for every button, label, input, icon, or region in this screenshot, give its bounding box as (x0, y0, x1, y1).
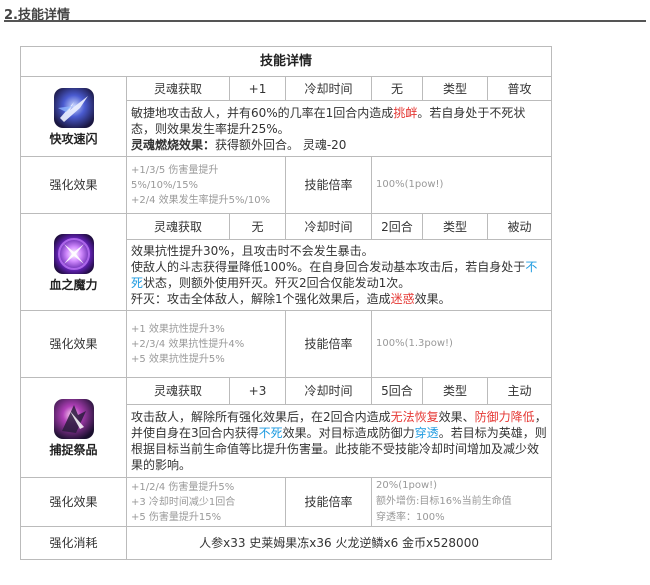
enhance-list: +1/3/5 伤害量提升5%/10%/15% +2/4 效果发生率提升5%/10% (126, 156, 286, 214)
description-segment: 状态，则额外使用歼灭。歼灭2回合仅能发动1次。 (143, 276, 411, 290)
multiplier-label: 技能倍率 (285, 156, 372, 214)
type-value: 被动 (486, 213, 553, 240)
cost-value: 人参x33 史莱姆果冻x36 火龙逆鳞x6 金币x528000 (125, 526, 553, 560)
description-segment: 效果。对目标造成防御力 (282, 426, 415, 440)
multiplier-value: 100%(1pow!) (370, 156, 553, 214)
description-paragraph: 攻击敌人，解除所有强化效果后，在2回合内造成无法恢复效果、防御力降低，并使自身在… (131, 409, 547, 473)
skill-icon-cell: 快攻速闪 (20, 76, 127, 157)
description-segment: 效果、 (438, 410, 475, 424)
type-value: 主动 (486, 377, 553, 405)
list-item: +1/3/5 伤害量提升5%/10%/15% (131, 164, 219, 191)
table-title: 技能详情 (19, 46, 553, 77)
soul-gain-value: 无 (229, 213, 286, 240)
capture-sacrifice-icon (53, 399, 94, 439)
multiplier-label: 技能倍率 (285, 477, 372, 527)
description-segment: 灵魂燃烧效果： (131, 137, 216, 152)
description-paragraph: 灵魂燃烧效果：获得额外回合。 灵魂-20 (131, 137, 547, 153)
type-label: 类型 (422, 377, 488, 405)
description-paragraph: 歼灭：攻击全体敌人，解除1个强化效果后，造成迷惑效果。 (131, 291, 547, 307)
list-item: +1/2/4 伤害量提升5% (131, 481, 235, 493)
list-item: +3 冷却时间减少1回合 (131, 496, 236, 508)
enhance-label: 强化效果 (20, 477, 127, 527)
description-segment: 使敌人的斗志获得量降低100%。在自身回合发动基本攻击后，若自身处于 (131, 260, 526, 274)
description-paragraph: 效果抗性提升30%，且攻击时不会发生暴击。 (131, 243, 547, 259)
cooldown-label: 冷却时间 (285, 76, 372, 101)
type-label: 类型 (422, 76, 488, 101)
description-segment: 攻击敌人，解除所有强化效果后，在2回合内造成 (131, 410, 391, 424)
keyword-highlight: 迷惑 (390, 292, 415, 306)
list-item: 额外增伤:目标16%当前生命值 (376, 496, 512, 507)
skill-name: 捕捉祭品 (49, 443, 98, 457)
skill-icon-cell: 血之魔力 (20, 213, 127, 311)
list-item: +5 伤害量提升15% (131, 511, 222, 523)
cost-label: 强化消耗 (20, 526, 127, 560)
cooldown-label: 冷却时间 (285, 377, 372, 405)
skill-detail-table: 技能详情 快攻速闪 灵魂获取 +1 冷却时间 无 类型 普攻 敏捷地攻击敌人，并… (19, 46, 553, 560)
soul-gain-value: +3 (229, 377, 286, 405)
list-item: +2/3/4 效果抗性提升4% (131, 338, 245, 350)
description-text: 敏捷地攻击敌人，并有60%的几率在1回合内造成挑衅。若自身处于不死状态，则效果发… (131, 105, 547, 153)
cooldown-value: 2回合 (371, 213, 423, 240)
type-value: 普攻 (486, 76, 553, 101)
soul-gain-value: +1 (229, 76, 286, 101)
skill-name: 快攻速闪 (49, 132, 98, 146)
description-segment: 敏捷地攻击敌人，并有60%的几率在1回合内造成 (131, 105, 394, 120)
keyword-highlight: 不死 (258, 426, 283, 440)
cooldown-value: 5回合 (371, 377, 423, 405)
enhance-list: +1/2/4 伤害量提升5% +3 冷却时间减少1回合 +5 伤害量提升15% (126, 477, 286, 527)
description-text: 攻击敌人，解除所有强化效果后，在2回合内造成无法恢复效果、防御力降低，并使自身在… (131, 409, 547, 473)
skill-description: 敏捷地攻击敌人，并有60%的几率在1回合内造成挑衅。若自身处于不死状态，则效果发… (125, 100, 553, 157)
multiplier-value: 100%(1.3pow!) (370, 310, 553, 378)
cooldown-label: 冷却时间 (285, 213, 372, 240)
skill-description: 攻击敌人，解除所有强化效果后，在2回合内造成无法恢复效果、防御力降低，并使自身在… (125, 404, 553, 478)
list-item: +5 效果抗性提升5% (131, 353, 225, 365)
soul-gain-label: 灵魂获取 (126, 213, 230, 240)
enhance-list: +1 效果抗性提升3% +2/3/4 效果抗性提升4% +5 效果抗性提升5% (126, 310, 286, 378)
section-divider (4, 20, 646, 22)
list-item: +2/4 效果发生率提升5%/10% (131, 194, 271, 206)
description-text: 效果抗性提升30%，且攻击时不会发生暴击。 使敌人的斗志获得量降低100%。在自身… (131, 243, 547, 307)
list-item: 100%(1.3pow!) (376, 338, 453, 349)
blood-magic-icon (53, 233, 94, 274)
enhance-label: 强化效果 (20, 156, 127, 214)
skill-description: 效果抗性提升30%，且攻击时不会发生暴击。 使敌人的斗志获得量降低100%。在自身… (125, 239, 553, 311)
description-paragraph: 敏捷地攻击敌人，并有60%的几率在1回合内造成挑衅。若自身处于不死状态，则效果发… (131, 105, 547, 137)
cooldown-value: 无 (371, 76, 423, 101)
keyword-highlight: 挑衅 (393, 105, 418, 120)
list-item: +1 效果抗性提升3% (131, 323, 225, 335)
description-segment: 效果。 (414, 292, 451, 306)
soul-gain-label: 灵魂获取 (126, 76, 230, 101)
description-segment: 效果抗性提升30%，且攻击时不会发生暴击。 (131, 244, 374, 258)
keyword-highlight: 防御力降低 (474, 410, 535, 424)
description-segment: 获得额外回合。 灵魂-20 (215, 137, 347, 152)
multiplier-value: 20%(1pow!) 额外增伤:目标16%当前生命值 穿透率：100% (370, 477, 553, 527)
type-label: 类型 (422, 213, 488, 240)
enhance-label: 强化效果 (20, 310, 127, 378)
multiplier-label: 技能倍率 (285, 310, 372, 378)
keyword-highlight: 无法恢复 (390, 410, 439, 424)
swift-strike-icon (53, 88, 94, 128)
keyword-highlight: 穿透 (414, 426, 439, 440)
list-item: 20%(1pow!) (376, 480, 438, 491)
skill-name: 血之魔力 (49, 277, 98, 292)
skill-icon-cell: 捕捉祭品 (20, 377, 127, 478)
description-paragraph: 使敌人的斗志获得量降低100%。在自身回合发动基本攻击后，若自身处于不死状态，则… (131, 259, 547, 291)
list-item: 穿透率：100% (376, 512, 445, 523)
soul-gain-label: 灵魂获取 (126, 377, 230, 405)
description-segment: 歼灭：攻击全体敌人，解除1个强化效果后，造成 (131, 292, 391, 306)
list-item: 100%(1pow!) (376, 179, 444, 190)
